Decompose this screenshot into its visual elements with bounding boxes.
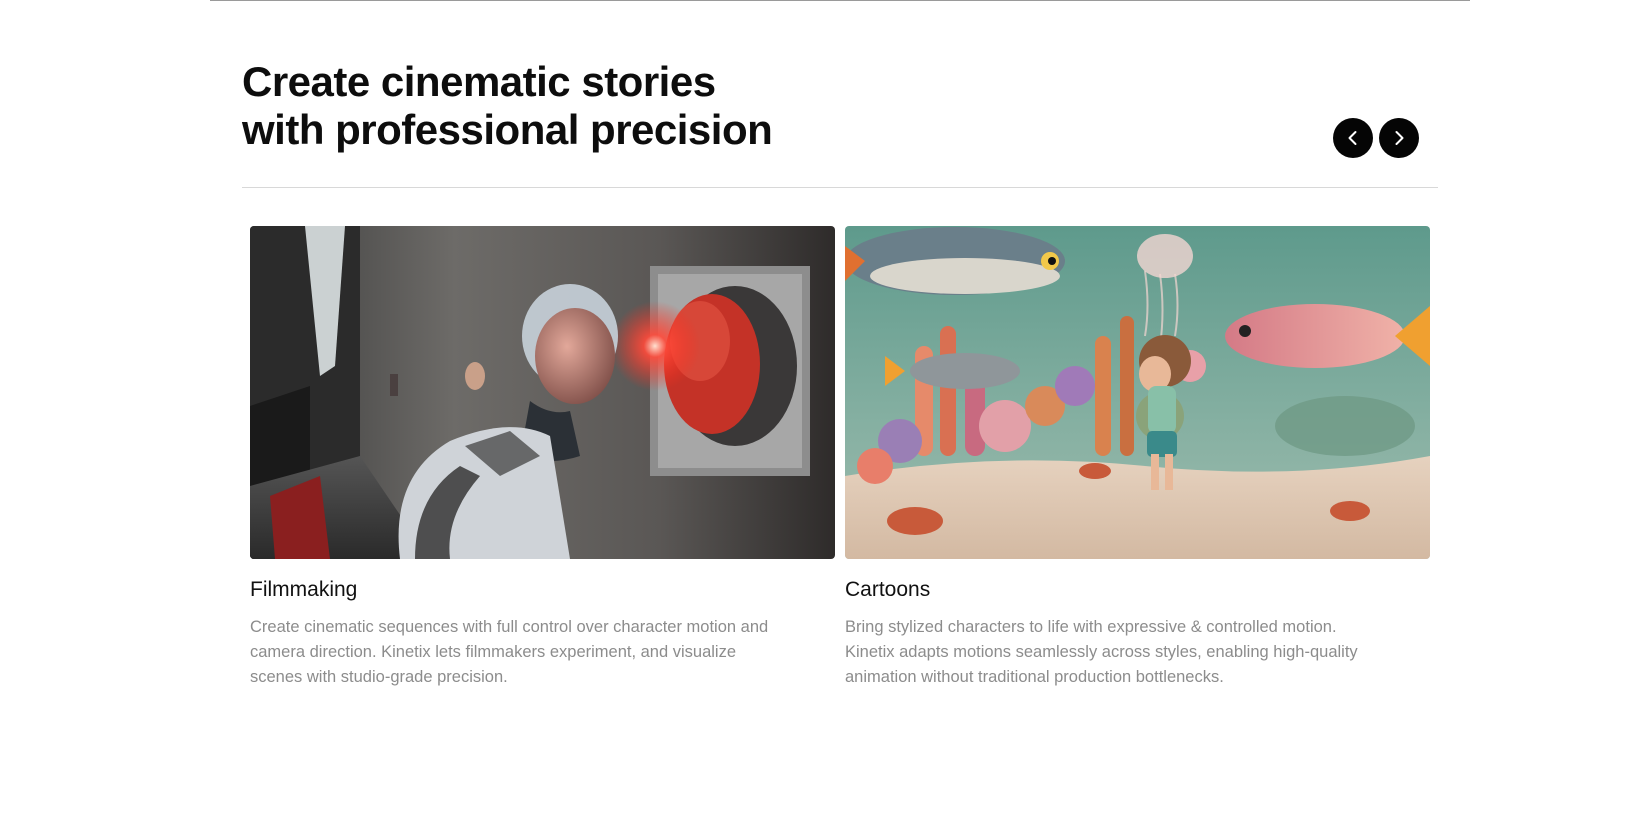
carousel-next-button[interactable] — [1379, 118, 1419, 158]
chevron-left-icon — [1348, 131, 1357, 145]
section-heading: Create cinematic stories with profession… — [242, 58, 773, 154]
card-title: Filmmaking — [250, 578, 358, 601]
card-description: Create cinematic sequences with full con… — [250, 618, 769, 686]
chevron-right-icon — [1395, 131, 1404, 145]
card-cartoons[interactable]: Cartoons Bring stylized characters to li… — [845, 226, 1430, 686]
card-title: Cartoons — [845, 578, 931, 601]
top-divider — [210, 0, 1470, 1]
filmmaking-video-thumbnail[interactable] — [250, 226, 835, 559]
heading-line-1: Create cinematic stories — [242, 58, 716, 105]
card-filmmaking[interactable]: Filmmaking Create cinematic sequences wi… — [250, 226, 835, 686]
card-description: Bring stylized characters to life with e… — [845, 618, 1358, 686]
carousel-nav — [1333, 118, 1419, 158]
heading-line-2: with professional precision — [242, 106, 773, 153]
carousel-prev-button[interactable] — [1333, 118, 1373, 158]
section-divider — [242, 187, 1438, 188]
cartoons-video-thumbnail[interactable] — [845, 226, 1430, 559]
